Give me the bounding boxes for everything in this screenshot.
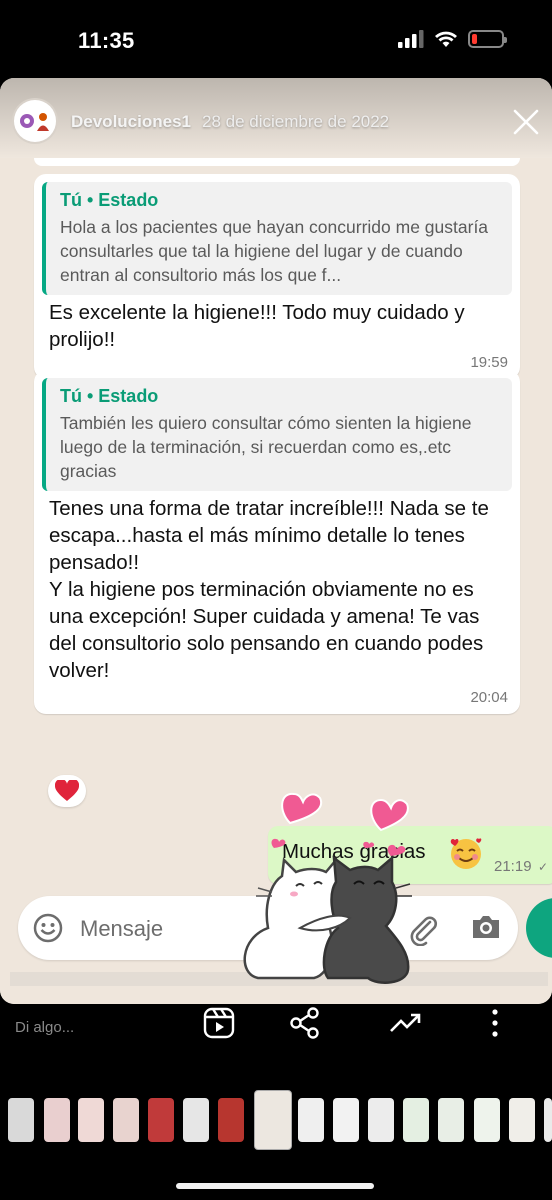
smiling-hearts-emoji-icon bbox=[448, 836, 484, 877]
story-thumbnail[interactable] bbox=[544, 1098, 552, 1142]
story-thumbnail[interactable] bbox=[44, 1098, 70, 1142]
story-thumbnail[interactable] bbox=[8, 1098, 34, 1142]
wifi-icon bbox=[435, 31, 457, 47]
message-time: 21:19 bbox=[494, 858, 532, 875]
quoted-status: Tú • Estado También les quiero consultar… bbox=[42, 378, 512, 491]
story-thumbnail[interactable] bbox=[474, 1098, 500, 1142]
reaction-badge bbox=[48, 775, 86, 807]
message-text: Tenes una forma de tratar increíble!!! N… bbox=[49, 497, 489, 682]
story-thumbnail[interactable] bbox=[368, 1098, 394, 1142]
story-date: 28 de diciembre de 2022 bbox=[202, 112, 390, 131]
status-bar: 11:35 bbox=[0, 0, 552, 78]
message-input: Mensaje bbox=[80, 916, 164, 941]
story-thumbnail-current[interactable] bbox=[254, 1090, 292, 1150]
story-viewer: Tú • Estado Hola a los pacientes que hay… bbox=[0, 78, 552, 1004]
story-thumbnail[interactable] bbox=[298, 1098, 324, 1142]
quote-text: También les quiero consultar cómo siente… bbox=[60, 413, 472, 481]
quoted-status: Tú • Estado Hola a los pacientes que hay… bbox=[42, 182, 512, 295]
story-thumbnail[interactable] bbox=[438, 1098, 464, 1142]
battery-icon bbox=[468, 30, 507, 48]
story-thumbnail[interactable] bbox=[183, 1098, 209, 1142]
story-thumbnail[interactable] bbox=[148, 1098, 174, 1142]
heart-icon bbox=[55, 780, 79, 801]
reply-input[interactable]: Di algo... bbox=[15, 1019, 74, 1036]
message-time: 19:59 bbox=[470, 354, 508, 371]
story-username[interactable]: Devoluciones1 bbox=[71, 112, 191, 132]
close-icon[interactable] bbox=[510, 106, 542, 138]
more-icon[interactable] bbox=[478, 1006, 512, 1040]
insights-icon[interactable] bbox=[388, 1006, 422, 1040]
emoji-icon bbox=[33, 913, 63, 943]
home-indicator[interactable] bbox=[176, 1183, 374, 1189]
read-receipt-icon: ✓ bbox=[538, 860, 549, 874]
mic-button bbox=[526, 898, 552, 958]
story-thumbnail[interactable] bbox=[509, 1098, 535, 1142]
story-header: Devoluciones1 28 de diciembre de 2022 bbox=[0, 78, 552, 168]
story-thumbnail[interactable] bbox=[78, 1098, 104, 1142]
quote-author: Tú • Estado bbox=[60, 386, 159, 406]
quote-author: Tú • Estado bbox=[60, 190, 159, 210]
signal-icon bbox=[398, 30, 424, 48]
clock: 11:35 bbox=[78, 28, 135, 53]
avatar[interactable] bbox=[14, 100, 56, 142]
message-bubble: Tú • Estado También les quiero consultar… bbox=[34, 370, 520, 714]
quote-text: Hola a los pacientes que hayan concurrid… bbox=[60, 217, 489, 285]
share-icon[interactable] bbox=[288, 1006, 322, 1040]
message-text: Es excelente la higiene!!! Todo muy cuid… bbox=[49, 301, 465, 351]
story-thumbnail[interactable] bbox=[333, 1098, 359, 1142]
story-thumbnail[interactable] bbox=[113, 1098, 139, 1142]
profile-logo-icon bbox=[20, 113, 49, 131]
message-time: 20:04 bbox=[470, 689, 508, 706]
reels-icon[interactable] bbox=[202, 1006, 236, 1040]
message-bubble: Tú • Estado Hola a los pacientes que hay… bbox=[34, 174, 520, 379]
story-thumbnail-strip bbox=[0, 1090, 552, 1150]
story-thumbnail[interactable] bbox=[218, 1098, 244, 1142]
camera-icon bbox=[473, 916, 499, 938]
hugging-cats-sticker bbox=[243, 792, 412, 984]
story-thumbnail[interactable] bbox=[403, 1098, 429, 1142]
